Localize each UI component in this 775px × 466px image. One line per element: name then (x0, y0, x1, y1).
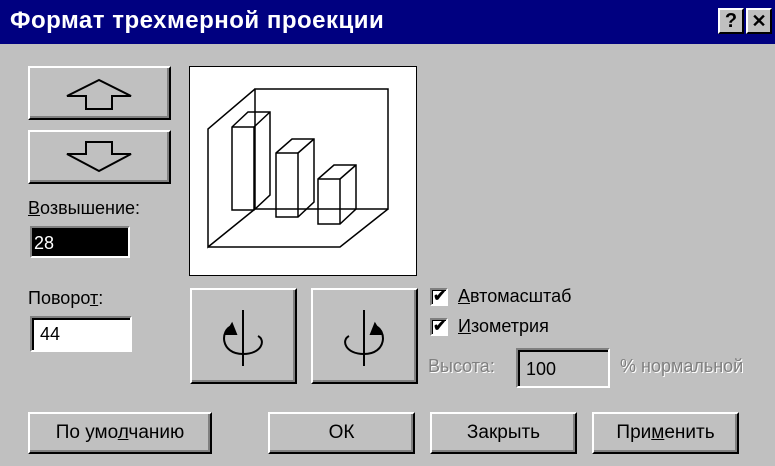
rotation-label: Поворот: (28, 288, 104, 308)
rotate-counterclockwise-icon (223, 310, 263, 366)
rotate-right-button[interactable] (311, 288, 418, 384)
autoscale-checkbox[interactable]: ✔ (430, 288, 448, 306)
apply-button[interactable]: Применить (592, 412, 739, 454)
height-suffix: % нормальной (620, 356, 744, 376)
close-button-label: Закрыть (466, 422, 541, 443)
rotate-left-button[interactable] (190, 288, 297, 384)
dialog-title: Формат трехмерной проекции (10, 7, 385, 34)
close-window-button[interactable]: ✕ (746, 8, 772, 34)
elevation-label: Возвышение: (28, 198, 141, 218)
checkmark-icon: ✔ (433, 318, 447, 335)
ok-button[interactable]: ОК (268, 412, 415, 454)
autoscale-label[interactable]: Автомасштаб (458, 286, 571, 307)
checkmark-icon: ✔ (433, 288, 447, 305)
height-label: Высота: (428, 356, 495, 376)
title-bar[interactable]: Формат трехмерной проекции ? ✕ (0, 0, 775, 44)
ok-button-label: ОК (328, 422, 355, 443)
3d-column-chart-preview-icon (207, 88, 389, 249)
elevation-up-button[interactable] (28, 66, 171, 120)
preview-panel (189, 66, 417, 276)
default-button[interactable]: По умолчанию (28, 412, 212, 454)
isometric-label[interactable]: Изометрия (458, 316, 549, 337)
close-button[interactable]: Закрыть (430, 412, 577, 454)
elevation-input[interactable]: 28 (30, 226, 130, 258)
apply-button-label: Применить (616, 422, 715, 443)
isometric-checkbox[interactable]: ✔ (430, 318, 448, 336)
height-value: 100 (526, 359, 557, 379)
format-3d-view-dialog: Формат трехмерной проекции ? ✕ Возвышени… (0, 0, 775, 466)
arrow-down-icon (66, 141, 132, 173)
help-button[interactable]: ? (718, 8, 744, 34)
elevation-value: 28 (34, 233, 55, 254)
height-input: 100 (516, 348, 610, 388)
arrow-up-icon (66, 78, 132, 110)
default-button-label: По умолчанию (55, 422, 185, 443)
elevation-down-button[interactable] (28, 130, 171, 184)
rotation-value: 44 (40, 324, 61, 344)
rotation-input[interactable]: 44 (30, 316, 132, 352)
rotate-clockwise-icon (344, 310, 384, 366)
